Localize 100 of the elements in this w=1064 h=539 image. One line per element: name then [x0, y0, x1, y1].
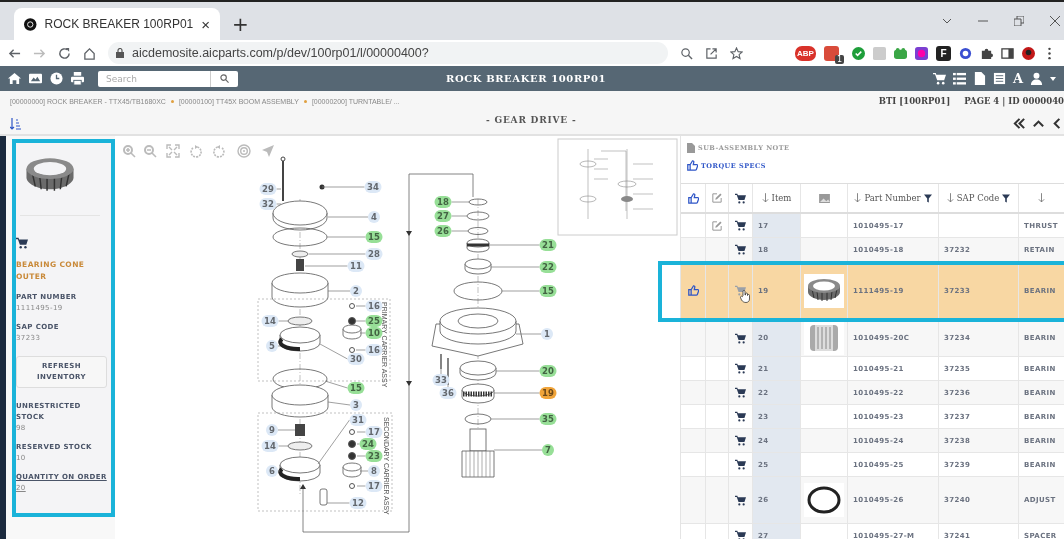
- ring-gear-drawing[interactable]: [271, 272, 329, 308]
- ring-drawing[interactable]: [466, 211, 490, 221]
- cart-icon[interactable]: [735, 435, 746, 446]
- browser-tab[interactable]: ROCK BREAKER 100RP01 ×: [14, 8, 220, 40]
- bolt-drawing[interactable]: [319, 184, 325, 190]
- sort-arrow-icon[interactable]: [761, 193, 769, 203]
- callout-number[interactable]: 24: [359, 438, 377, 450]
- check-icon[interactable]: [852, 46, 865, 60]
- cart-icon[interactable]: [735, 459, 746, 470]
- thumbs-up-icon[interactable]: [687, 285, 699, 296]
- new-tab-button[interactable]: +: [232, 14, 249, 34]
- avatar-icon[interactable]: [1022, 46, 1035, 60]
- table-icon[interactable]: [992, 72, 1006, 85]
- callout-number[interactable]: 6: [266, 465, 278, 477]
- chevron-up-icon[interactable]: [1032, 117, 1045, 130]
- cart-icon[interactable]: [735, 387, 746, 398]
- callout-number[interactable]: 4: [368, 211, 380, 223]
- ring-icon[interactable]: [959, 46, 972, 60]
- bearing-cup-drawing[interactable]: [459, 360, 497, 381]
- washer-drawing[interactable]: [291, 250, 309, 258]
- cart-icon[interactable]: [932, 72, 946, 85]
- edit-icon[interactable]: [712, 193, 722, 203]
- washer-drawing[interactable]: [349, 429, 355, 435]
- list-icon[interactable]: [952, 72, 966, 85]
- cart-icon[interactable]: [735, 363, 746, 374]
- callout-number[interactable]: 11: [347, 260, 365, 272]
- callout-number[interactable]: 2: [350, 285, 362, 297]
- cart-icon[interactable]: [735, 530, 746, 539]
- sort-arrow-icon[interactable]: [854, 193, 862, 203]
- extension-icon[interactable]: ABP: [795, 45, 816, 61]
- ring-drawing[interactable]: [467, 227, 489, 235]
- image-icon[interactable]: [29, 72, 42, 85]
- chevron-down-icon[interactable]: [942, 16, 952, 26]
- print-icon[interactable]: [71, 72, 84, 85]
- thumbs-up-icon[interactable]: [687, 192, 699, 204]
- callout-number[interactable]: 5: [266, 340, 278, 352]
- callout-number[interactable]: 1: [541, 328, 553, 340]
- callout-number[interactable]: 12: [349, 497, 367, 509]
- caret-icon[interactable]: [1050, 76, 1056, 81]
- callout-number[interactable]: 8: [368, 465, 380, 477]
- cart-icon[interactable]: [16, 237, 28, 249]
- callout-number[interactable]: 35: [539, 413, 557, 425]
- cart-icon[interactable]: [735, 220, 746, 231]
- callout-number[interactable]: 3: [350, 399, 362, 411]
- callout-number[interactable]: 15: [347, 382, 365, 394]
- ring-drawing[interactable]: [464, 413, 492, 425]
- planet-carrier-drawing[interactable]: [278, 456, 321, 482]
- callout-number[interactable]: 17: [365, 480, 383, 492]
- washer-drawing[interactable]: [349, 347, 355, 353]
- washer-drawing[interactable]: [349, 303, 355, 309]
- callout-number[interactable]: 25: [365, 315, 383, 327]
- reload-icon[interactable]: [58, 46, 71, 60]
- callout-number[interactable]: 19: [539, 387, 557, 399]
- sort-arrow-icon[interactable]: [946, 193, 954, 203]
- callout-number[interactable]: 17: [365, 426, 383, 438]
- search-button[interactable]: [210, 70, 238, 87]
- callout-number[interactable]: 15: [365, 231, 383, 243]
- sort-icon[interactable]: [10, 117, 21, 130]
- puzzle-icon[interactable]: [980, 46, 993, 60]
- callout-number[interactable]: 14: [261, 315, 279, 327]
- washer-drawing[interactable]: [287, 441, 313, 451]
- sort-arrow-icon[interactable]: [1038, 193, 1045, 203]
- callout-number[interactable]: 34: [364, 181, 382, 193]
- bearing-cup-drawing[interactable]: [464, 258, 492, 275]
- callout-number[interactable]: 16: [365, 344, 383, 356]
- cover-plate-drawing[interactable]: [272, 200, 328, 231]
- frog-icon[interactable]: [894, 46, 907, 60]
- housing-drawing[interactable]: [431, 307, 524, 357]
- home-icon[interactable]: [83, 46, 96, 60]
- extension-icon[interactable]: [823, 45, 839, 61]
- callout-number[interactable]: 18: [434, 196, 452, 208]
- cart-icon[interactable]: [735, 192, 746, 204]
- washer-drawing[interactable]: [349, 483, 355, 489]
- star-icon[interactable]: [730, 46, 743, 60]
- column-header[interactable]: Part Number: [864, 193, 921, 203]
- ring-drawing[interactable]: [468, 198, 488, 206]
- callout-number[interactable]: 15: [539, 285, 557, 297]
- address-bar[interactable]: aicdemosite.aicparts.com/p/dev/100rp01/l/00000400?: [108, 42, 668, 64]
- filter-icon[interactable]: [1002, 193, 1011, 203]
- pin-drawing[interactable]: [280, 156, 286, 202]
- filter-icon[interactable]: [923, 193, 932, 203]
- clock-icon[interactable]: [50, 72, 63, 85]
- zoom-icon[interactable]: [680, 46, 693, 60]
- callout-number[interactable]: 33: [432, 374, 450, 386]
- callout-number[interactable]: 20: [539, 365, 557, 377]
- callout-number[interactable]: 10: [365, 327, 383, 339]
- callout-number[interactable]: 36: [439, 387, 457, 399]
- cart-icon[interactable]: [735, 494, 746, 506]
- o-ring-drawing[interactable]: [453, 281, 503, 301]
- cart-icon[interactable]: [735, 244, 746, 255]
- callout-number[interactable]: 31: [349, 414, 367, 426]
- overview-thumbnail[interactable]: [557, 138, 678, 236]
- callout-number[interactable]: 27: [434, 210, 452, 222]
- o-ring-drawing[interactable]: [272, 227, 328, 247]
- callout-number[interactable]: 26: [434, 225, 452, 237]
- planet-carrier-drawing[interactable]: [278, 326, 321, 352]
- callout-number[interactable]: 14: [261, 440, 279, 452]
- callout-number[interactable]: 28: [365, 248, 383, 260]
- extension-icon[interactable]: F: [936, 45, 951, 61]
- callout-number[interactable]: 22: [539, 261, 557, 273]
